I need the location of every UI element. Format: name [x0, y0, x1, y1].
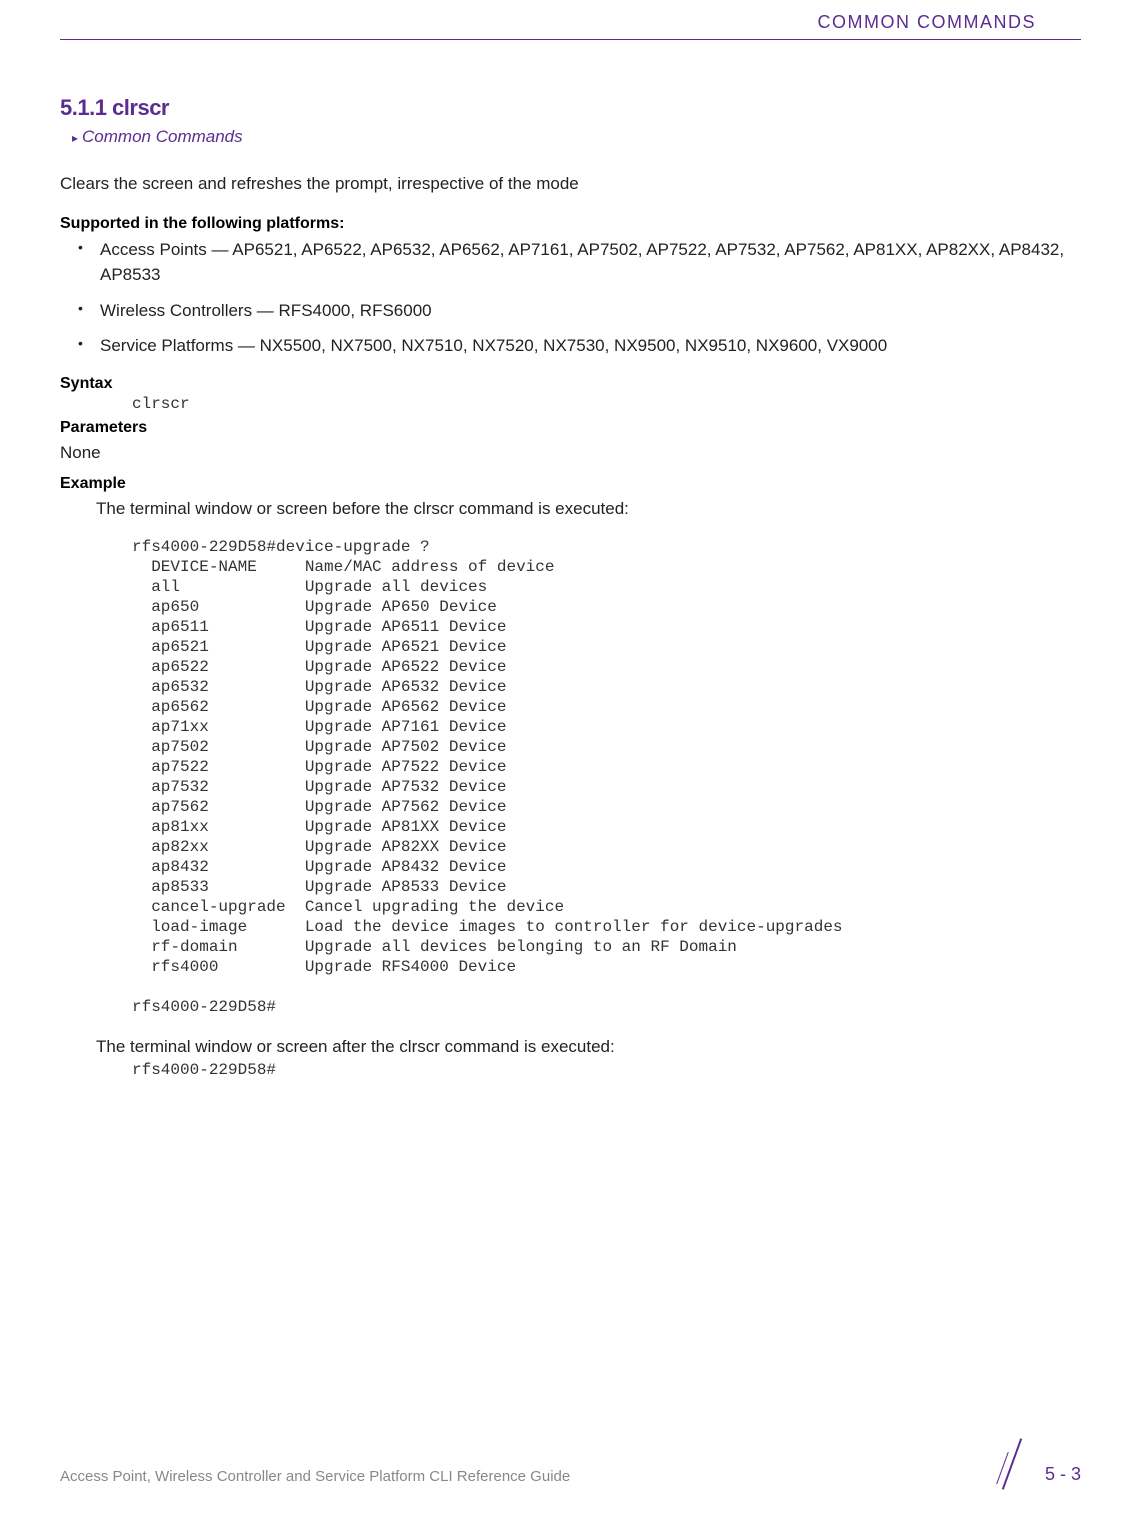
breadcrumb-link[interactable]: Common Commands — [72, 127, 1066, 147]
syntax-label: Syntax — [60, 375, 1066, 393]
syntax-code: clrscr — [132, 395, 1066, 413]
example-label: Example — [60, 475, 1066, 493]
footer-right: 5 - 3 — [997, 1445, 1081, 1485]
section-description: Clears the screen and refreshes the prom… — [60, 171, 1066, 197]
platforms-list: Access Points — AP6521, AP6522, AP6532, … — [60, 237, 1066, 359]
page-header: COMMON COMMANDS — [60, 0, 1081, 40]
footer-page-number: 5 - 3 — [1045, 1464, 1081, 1485]
example-code-before: rfs4000-229D58#device-upgrade ? DEVICE-N… — [132, 537, 1066, 1017]
footer-guide-title: Access Point, Wireless Controller and Se… — [60, 1468, 570, 1485]
example-intro-before: The terminal window or screen before the… — [96, 499, 1066, 519]
list-item: Service Platforms — NX5500, NX7500, NX75… — [100, 333, 1066, 359]
parameters-label: Parameters — [60, 419, 1066, 437]
example-intro-after: The terminal window or screen after the … — [96, 1037, 1066, 1057]
running-head: COMMON COMMANDS — [818, 12, 1037, 32]
section-title: 5.1.1 clrscr — [60, 95, 1066, 121]
list-item: Wireless Controllers — RFS4000, RFS6000 — [100, 298, 1066, 324]
platforms-heading: Supported in the following platforms: — [60, 215, 1066, 233]
parameters-value: None — [60, 443, 1066, 463]
page-footer: Access Point, Wireless Controller and Se… — [0, 1445, 1126, 1485]
list-item: Access Points — AP6521, AP6522, AP6532, … — [100, 237, 1066, 288]
example-code-after: rfs4000-229D58# — [132, 1061, 1066, 1079]
page-content: 5.1.1 clrscr Common Commands Clears the … — [0, 40, 1126, 1079]
slash-decoration-icon — [997, 1445, 1027, 1485]
